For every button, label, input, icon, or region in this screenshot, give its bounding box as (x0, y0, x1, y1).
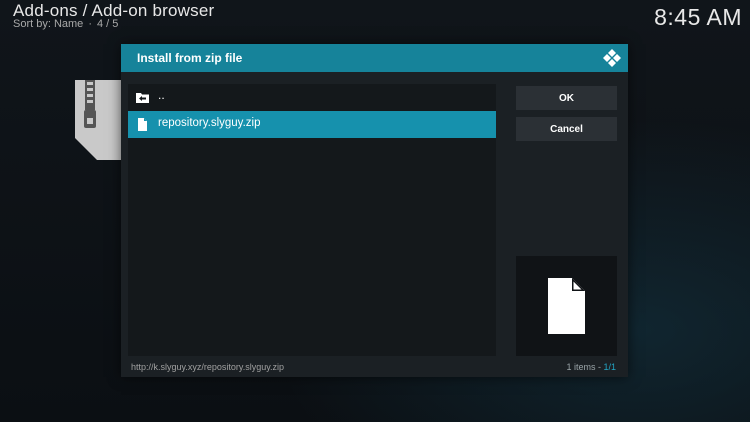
file-path: http://k.slyguy.xyz/repository.slyguy.zi… (131, 362, 285, 372)
page-indicator: 1/1 (603, 362, 616, 372)
kodi-logo-icon (603, 49, 621, 67)
sort-separator: · (88, 18, 92, 30)
zip-file-icon (75, 80, 121, 160)
file-preview-icon (548, 278, 585, 334)
clock: 8:45 AM (654, 4, 742, 30)
dialog-header: Install from zip file (121, 44, 628, 72)
folder-up-icon (136, 93, 149, 103)
cancel-button[interactable]: Cancel (516, 117, 617, 141)
selected-file-name: repository.slyguy.zip (158, 117, 261, 129)
items-count: 1 items - 1/1 (566, 362, 616, 372)
sort-info: Sort by: Name · 4 / 5 (13, 18, 118, 30)
file-icon (138, 118, 147, 131)
item-position: 4 / 5 (96, 18, 119, 30)
install-from-zip-dialog: Install from zip file .. repository.slyg… (121, 44, 628, 377)
list-item-selected-file[interactable]: repository.slyguy.zip (128, 111, 496, 138)
file-list: .. repository.slyguy.zip (128, 84, 496, 356)
parent-folder-label: .. (158, 88, 165, 102)
list-item-parent-folder[interactable]: .. (128, 84, 496, 111)
dialog-title: Install from zip file (137, 51, 243, 65)
ok-button[interactable]: OK (516, 86, 617, 110)
items-count-label: 1 items - (566, 362, 604, 372)
file-preview (516, 256, 617, 356)
sort-label: Sort by: Name (13, 18, 84, 30)
